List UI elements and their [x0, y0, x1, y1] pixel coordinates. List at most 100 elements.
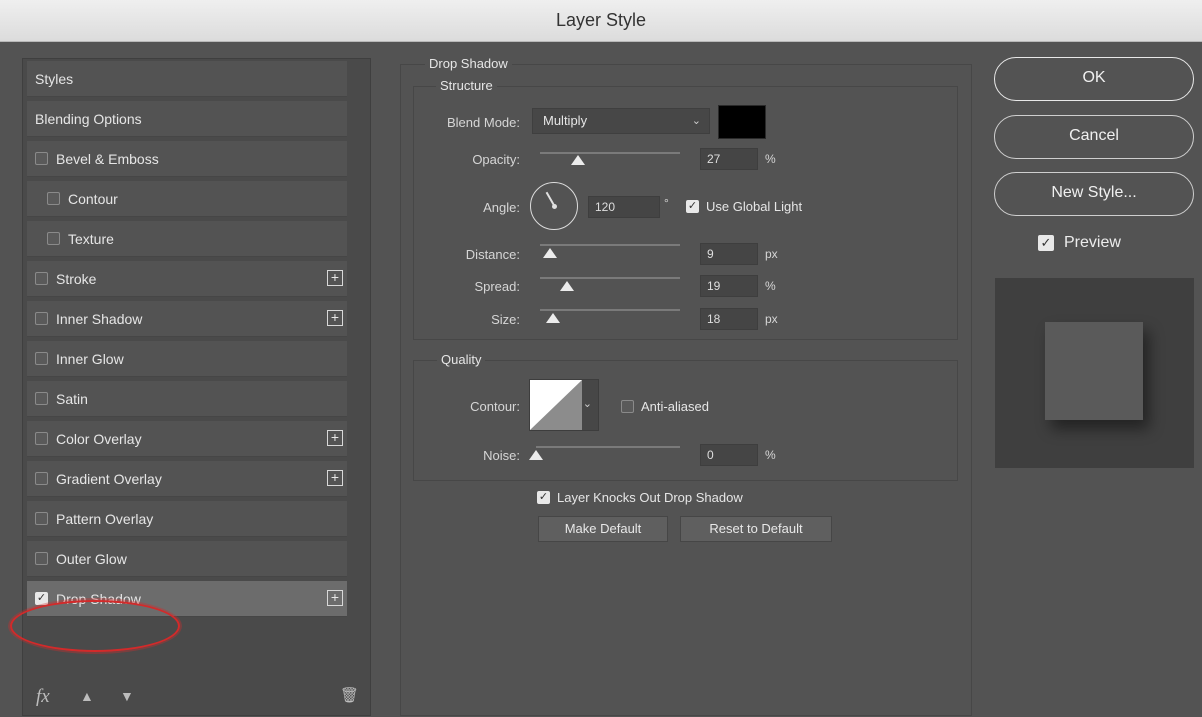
style-checkbox[interactable]	[47, 232, 60, 245]
style-item-inner-shadow[interactable]: Inner Shadow +	[27, 301, 347, 337]
style-item-label: Color Overlay	[56, 430, 142, 447]
distance-slider-thumb[interactable]	[542, 248, 557, 258]
move-up-icon[interactable]: ▲	[80, 688, 94, 704]
add-effect-plus-icon[interactable]: +	[327, 270, 343, 286]
spread-slider-thumb[interactable]	[559, 281, 574, 291]
distance-slider-track[interactable]	[540, 244, 680, 246]
style-item-label: Styles	[35, 70, 74, 87]
preview-checkbox[interactable]: ✓ Preview	[1038, 234, 1121, 252]
blend-mode-label: Blend Mode:	[447, 115, 520, 130]
style-checkbox[interactable]	[35, 472, 48, 485]
style-item-texture[interactable]: Texture	[27, 221, 347, 257]
add-effect-plus-icon[interactable]: +	[327, 590, 343, 606]
style-checkbox[interactable]	[35, 392, 48, 405]
style-checkbox[interactable]	[35, 512, 48, 525]
style-item-stroke[interactable]: Stroke +	[27, 261, 347, 297]
angle-dial[interactable]	[530, 182, 578, 230]
preview-swatch	[1045, 322, 1143, 420]
style-item-contour[interactable]: Contour	[27, 181, 347, 217]
add-effect-plus-icon[interactable]: +	[327, 310, 343, 326]
distance-field[interactable]: 9	[700, 243, 758, 265]
style-checkbox[interactable]: ✓	[35, 592, 48, 605]
blend-mode-value: Multiply	[543, 113, 588, 128]
angle-label: Angle:	[483, 200, 520, 215]
noise-slider-thumb[interactable]	[529, 450, 543, 460]
style-checkbox[interactable]	[35, 552, 48, 565]
style-item-label: Blending Options	[35, 110, 142, 127]
style-item-gradient-overlay[interactable]: Gradient Overlay +	[27, 461, 347, 497]
size-label: Size:	[491, 312, 520, 327]
knocks-out-check-icon: ✓	[537, 491, 550, 504]
style-item-color-overlay[interactable]: Color Overlay +	[27, 421, 347, 457]
cancel-button[interactable]: Cancel	[994, 115, 1194, 159]
style-checkbox[interactable]	[35, 432, 48, 445]
chevron-down-icon: ⌄	[691, 115, 701, 127]
blend-mode-select[interactable]: Multiply ⌄	[532, 108, 710, 134]
move-down-icon[interactable]: ▼	[120, 688, 134, 704]
distance-unit: px	[765, 247, 778, 261]
make-default-button[interactable]: Make Default	[538, 516, 668, 542]
style-item-inner-glow[interactable]: Inner Glow	[27, 341, 347, 377]
opacity-field[interactable]: 27	[700, 148, 758, 170]
style-item-bevel-emboss[interactable]: Bevel & Emboss	[27, 141, 347, 177]
noise-unit: %	[765, 448, 776, 462]
anti-aliased-checkbox[interactable]: Anti-aliased	[621, 399, 709, 414]
chevron-down-icon: ⌄	[582, 398, 592, 410]
style-item-label: Inner Glow	[56, 350, 124, 367]
spread-label: Spread:	[474, 279, 520, 294]
quality-title: Quality	[437, 352, 486, 367]
angle-center-dot	[552, 204, 557, 209]
title-bar: Layer Style	[0, 0, 1202, 42]
size-field[interactable]: 18	[700, 308, 758, 330]
style-item-pattern-overlay[interactable]: Pattern Overlay	[27, 501, 347, 537]
reset-to-default-button[interactable]: Reset to Default	[680, 516, 832, 542]
drop-shadow-highlight-ring	[10, 600, 180, 652]
use-global-light-check-icon: ✓	[686, 200, 699, 213]
shadow-color-swatch[interactable]	[718, 105, 766, 139]
style-item-label: Satin	[56, 390, 88, 407]
style-item-label: Bevel & Emboss	[56, 150, 159, 167]
size-slider-thumb[interactable]	[545, 313, 560, 323]
style-item-label: Contour	[68, 190, 118, 207]
layer-style-dialog: Styles Blending Options Bevel & Emboss Cont…	[0, 42, 1202, 717]
style-item-blending-options[interactable]: Blending Options	[27, 101, 347, 137]
noise-slider-track[interactable]	[536, 446, 680, 448]
style-checkbox[interactable]	[35, 352, 48, 365]
size-unit: px	[765, 312, 778, 326]
style-item-label: Texture	[68, 230, 114, 247]
spread-field[interactable]: 19	[700, 275, 758, 297]
style-checkbox[interactable]	[35, 312, 48, 325]
style-checkbox[interactable]	[35, 272, 48, 285]
style-item-satin[interactable]: Satin	[27, 381, 347, 417]
add-effect-plus-icon[interactable]: +	[327, 470, 343, 486]
size-slider-track[interactable]	[540, 309, 680, 311]
opacity-slider-track[interactable]	[540, 152, 680, 154]
new-style-button[interactable]: New Style...	[994, 172, 1194, 216]
contour-picker[interactable]: ⌄	[529, 379, 599, 431]
use-global-light-checkbox[interactable]: ✓ Use Global Light	[686, 199, 802, 214]
opacity-slider-thumb[interactable]	[570, 155, 585, 165]
trash-icon[interactable]: 🗑	[340, 686, 359, 704]
structure-title: Structure	[436, 78, 497, 93]
angle-field[interactable]: 120	[588, 196, 660, 218]
preview-label: Preview	[1064, 234, 1121, 251]
style-item-styles[interactable]: Styles	[27, 61, 347, 97]
spread-unit: %	[765, 279, 776, 293]
knocks-out-checkbox[interactable]: ✓ Layer Knocks Out Drop Shadow	[537, 490, 743, 505]
styles-list-toolbar: fx ▲ ▼ 🗑	[22, 682, 371, 716]
ok-button[interactable]: OK	[994, 57, 1194, 101]
contour-label: Contour:	[470, 399, 520, 414]
use-global-light-label: Use Global Light	[706, 199, 803, 214]
noise-field[interactable]: 0	[700, 444, 758, 466]
add-effect-plus-icon[interactable]: +	[327, 430, 343, 446]
style-checkbox[interactable]	[47, 192, 60, 205]
style-item-outer-glow[interactable]: Outer Glow	[27, 541, 347, 577]
angle-unit: °	[664, 196, 669, 210]
style-checkbox[interactable]	[35, 152, 48, 165]
style-item-label: Gradient Overlay	[56, 470, 162, 487]
anti-aliased-label: Anti-aliased	[641, 399, 709, 414]
opacity-label: Opacity:	[472, 152, 520, 167]
spread-slider-track[interactable]	[540, 277, 680, 279]
noise-label: Noise:	[483, 448, 520, 463]
fx-icon[interactable]: fx	[36, 686, 50, 708]
